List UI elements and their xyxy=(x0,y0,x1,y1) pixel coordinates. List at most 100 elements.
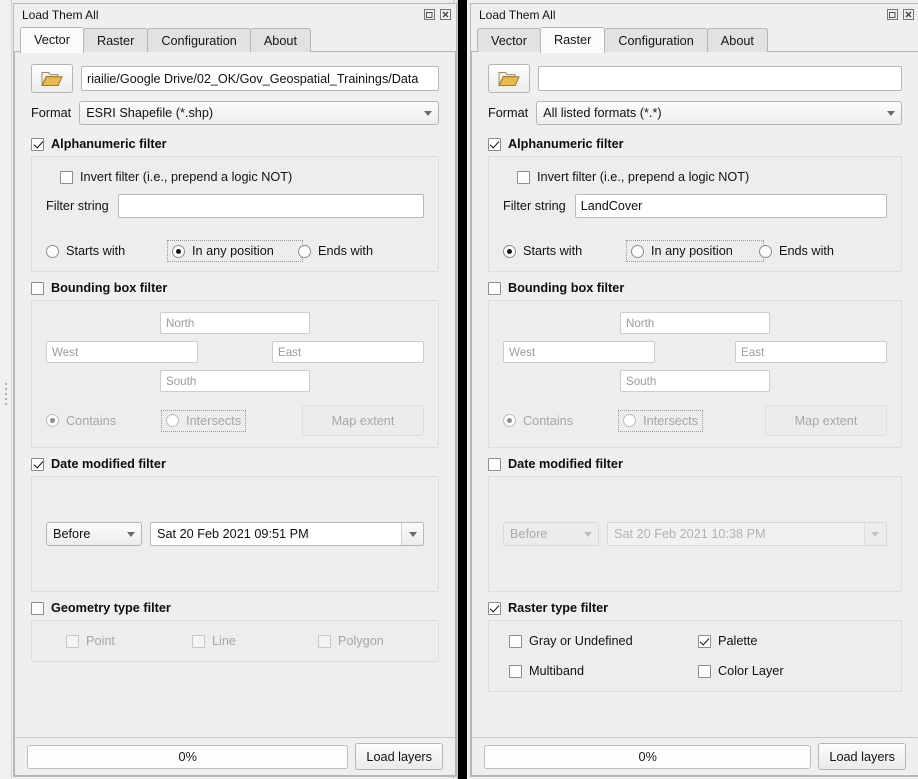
vector-mode-ends-with-radio[interactable] xyxy=(298,245,311,258)
vector-path-input[interactable]: riailie/Google Drive/02_OK/Gov_Geospatia… xyxy=(81,66,439,91)
tab-vector[interactable]: Vector xyxy=(477,28,541,52)
vector-geometry-point-checkbox[interactable] xyxy=(66,635,79,648)
vector-filter-string-input[interactable] xyxy=(118,194,424,218)
raster-path-input[interactable] xyxy=(538,66,902,91)
raster-filter-string-input[interactable]: LandCover xyxy=(575,194,887,218)
raster-alphanumeric-header[interactable]: Alphanumeric filter xyxy=(488,137,902,151)
raster-bbox-west-input[interactable]: West xyxy=(503,341,655,363)
raster-date-modified-checkbox[interactable] xyxy=(488,458,501,471)
raster-load-layers-button[interactable]: Load layers xyxy=(818,743,906,770)
vector-bbox-east-input[interactable]: East xyxy=(272,341,424,363)
tab-about[interactable]: About xyxy=(250,28,311,52)
vector-format-value: ESRI Shapefile (*.shp) xyxy=(86,106,418,120)
close-icon[interactable] xyxy=(902,8,915,21)
raster-type-multiband-option[interactable]: Multiband xyxy=(509,664,698,678)
vector-bbox-south-input[interactable]: South xyxy=(160,370,310,392)
raster-type-gray-checkbox[interactable] xyxy=(509,635,522,648)
vector-geometry-type-header[interactable]: Geometry type filter xyxy=(31,601,439,615)
raster-progress-bar: 0% xyxy=(484,745,811,769)
vector-geometry-type-checkbox[interactable] xyxy=(31,602,44,615)
raster-mode-in-any-position[interactable]: In any position xyxy=(629,243,761,259)
vector-bbox-west-input[interactable]: West xyxy=(46,341,198,363)
vector-mode-in-any-position-radio[interactable] xyxy=(172,245,185,258)
vector-geometry-polygon-checkbox[interactable] xyxy=(318,635,331,648)
vector-mode-starts-with-radio[interactable] xyxy=(46,245,59,258)
raster-mode-starts-with-radio[interactable] xyxy=(503,245,516,258)
vector-alphanumeric-header[interactable]: Alphanumeric filter xyxy=(31,137,439,151)
vector-geometry-line-checkbox[interactable] xyxy=(192,635,205,648)
vector-datetime-input[interactable]: Sat 20 Feb 2021 09:51 PM xyxy=(150,522,424,546)
vector-datetime-dropdown-button[interactable] xyxy=(401,523,423,545)
restore-icon[interactable] xyxy=(886,8,899,21)
vector-bbox-contains-label: Contains xyxy=(66,414,116,428)
vector-bounding-box-header[interactable]: Bounding box filter xyxy=(31,281,439,295)
vector-invert-filter-checkbox[interactable] xyxy=(60,171,73,184)
raster-type-color-layer-option[interactable]: Color Layer xyxy=(698,664,887,678)
vector-map-extent-button[interactable]: Map extent xyxy=(302,405,424,436)
close-icon[interactable] xyxy=(439,8,452,21)
raster-format-select[interactable]: All listed formats (*.*) xyxy=(536,101,902,125)
raster-invert-filter-checkbox[interactable] xyxy=(517,171,530,184)
vector-bbox-contains-radio[interactable] xyxy=(46,414,59,427)
raster-date-modified-header[interactable]: Date modified filter xyxy=(488,457,902,471)
raster-datetime-input[interactable]: Sat 20 Feb 2021 10:38 PM xyxy=(607,522,887,546)
raster-bbox-contains-option[interactable]: Contains xyxy=(503,414,573,428)
raster-mode-starts-with-label: Starts with xyxy=(523,244,582,258)
raster-type-header[interactable]: Raster type filter xyxy=(488,601,902,615)
vector-geometry-polygon-option[interactable]: Polygon xyxy=(298,634,424,648)
vector-mode-in-any-position[interactable]: In any position xyxy=(170,243,300,259)
vector-bbox-intersects-radio[interactable] xyxy=(166,414,179,427)
raster-mode-in-any-position-radio[interactable] xyxy=(631,245,644,258)
vector-geometry-line-option[interactable]: Line xyxy=(172,634,298,648)
raster-bounding-box-checkbox[interactable] xyxy=(488,282,501,295)
vector-geometry-point-option[interactable]: Point xyxy=(46,634,172,648)
vector-bbox-contains-option[interactable]: Contains xyxy=(46,414,116,428)
raster-type-palette-option[interactable]: Palette xyxy=(698,634,887,648)
restore-icon[interactable] xyxy=(423,8,436,21)
vector-mode-starts-with[interactable]: Starts with xyxy=(46,244,172,258)
vector-load-layers-button[interactable]: Load layers xyxy=(355,743,443,770)
raster-alphanumeric-checkbox[interactable] xyxy=(488,138,501,151)
vector-bbox-north-input[interactable]: North xyxy=(160,312,310,334)
raster-bounding-box-header[interactable]: Bounding box filter xyxy=(488,281,902,295)
vector-bbox-intersects-label: Intersects xyxy=(186,414,241,428)
raster-bbox-south-input[interactable]: South xyxy=(620,370,770,392)
vector-date-modified-checkbox[interactable] xyxy=(31,458,44,471)
raster-bbox-intersects-radio[interactable] xyxy=(623,414,636,427)
raster-date-operator-select[interactable]: Before xyxy=(503,522,599,546)
raster-bbox-contains-radio[interactable] xyxy=(503,414,516,427)
browse-button[interactable] xyxy=(488,64,530,93)
raster-bbox-east-input[interactable]: East xyxy=(735,341,887,363)
raster-bbox-intersects-option[interactable]: Intersects xyxy=(621,413,700,429)
vector-date-operator-select[interactable]: Before xyxy=(46,522,142,546)
vector-bounding-box-checkbox[interactable] xyxy=(31,282,44,295)
raster-mode-ends-with-radio[interactable] xyxy=(759,245,772,258)
vector-date-modified-header[interactable]: Date modified filter xyxy=(31,457,439,471)
dock-splitter-handle[interactable] xyxy=(0,0,12,779)
raster-mode-ends-with[interactable]: Ends with xyxy=(759,244,887,258)
tab-about[interactable]: About xyxy=(707,28,768,52)
vector-format-select[interactable]: ESRI Shapefile (*.shp) xyxy=(79,101,439,125)
vector-mode-ends-with[interactable]: Ends with xyxy=(298,244,424,258)
raster-type-palette-label: Palette xyxy=(718,634,758,648)
raster-map-extent-button[interactable]: Map extent xyxy=(765,405,887,436)
browse-button[interactable] xyxy=(31,64,73,93)
raster-mode-starts-with[interactable]: Starts with xyxy=(503,244,631,258)
raster-type-color-layer-checkbox[interactable] xyxy=(698,665,711,678)
vector-bbox-intersects-option[interactable]: Intersects xyxy=(164,413,243,429)
raster-type-gray-option[interactable]: Gray or Undefined xyxy=(509,634,698,648)
tab-configuration[interactable]: Configuration xyxy=(147,28,250,52)
tab-raster[interactable]: Raster xyxy=(540,27,605,53)
raster-bbox-intersects-label: Intersects xyxy=(643,414,698,428)
raster-type-multiband-checkbox[interactable] xyxy=(509,665,522,678)
vector-invert-filter-option[interactable]: Invert filter (i.e., prepend a logic NOT… xyxy=(60,170,424,184)
raster-type-checkbox[interactable] xyxy=(488,602,501,615)
tab-vector[interactable]: Vector xyxy=(20,27,84,53)
raster-invert-filter-option[interactable]: Invert filter (i.e., prepend a logic NOT… xyxy=(517,170,887,184)
tab-configuration[interactable]: Configuration xyxy=(604,28,707,52)
raster-bbox-north-input[interactable]: North xyxy=(620,312,770,334)
tab-raster[interactable]: Raster xyxy=(83,28,148,52)
raster-type-palette-checkbox[interactable] xyxy=(698,635,711,648)
raster-datetime-dropdown-button[interactable] xyxy=(864,523,886,545)
vector-alphanumeric-checkbox[interactable] xyxy=(31,138,44,151)
